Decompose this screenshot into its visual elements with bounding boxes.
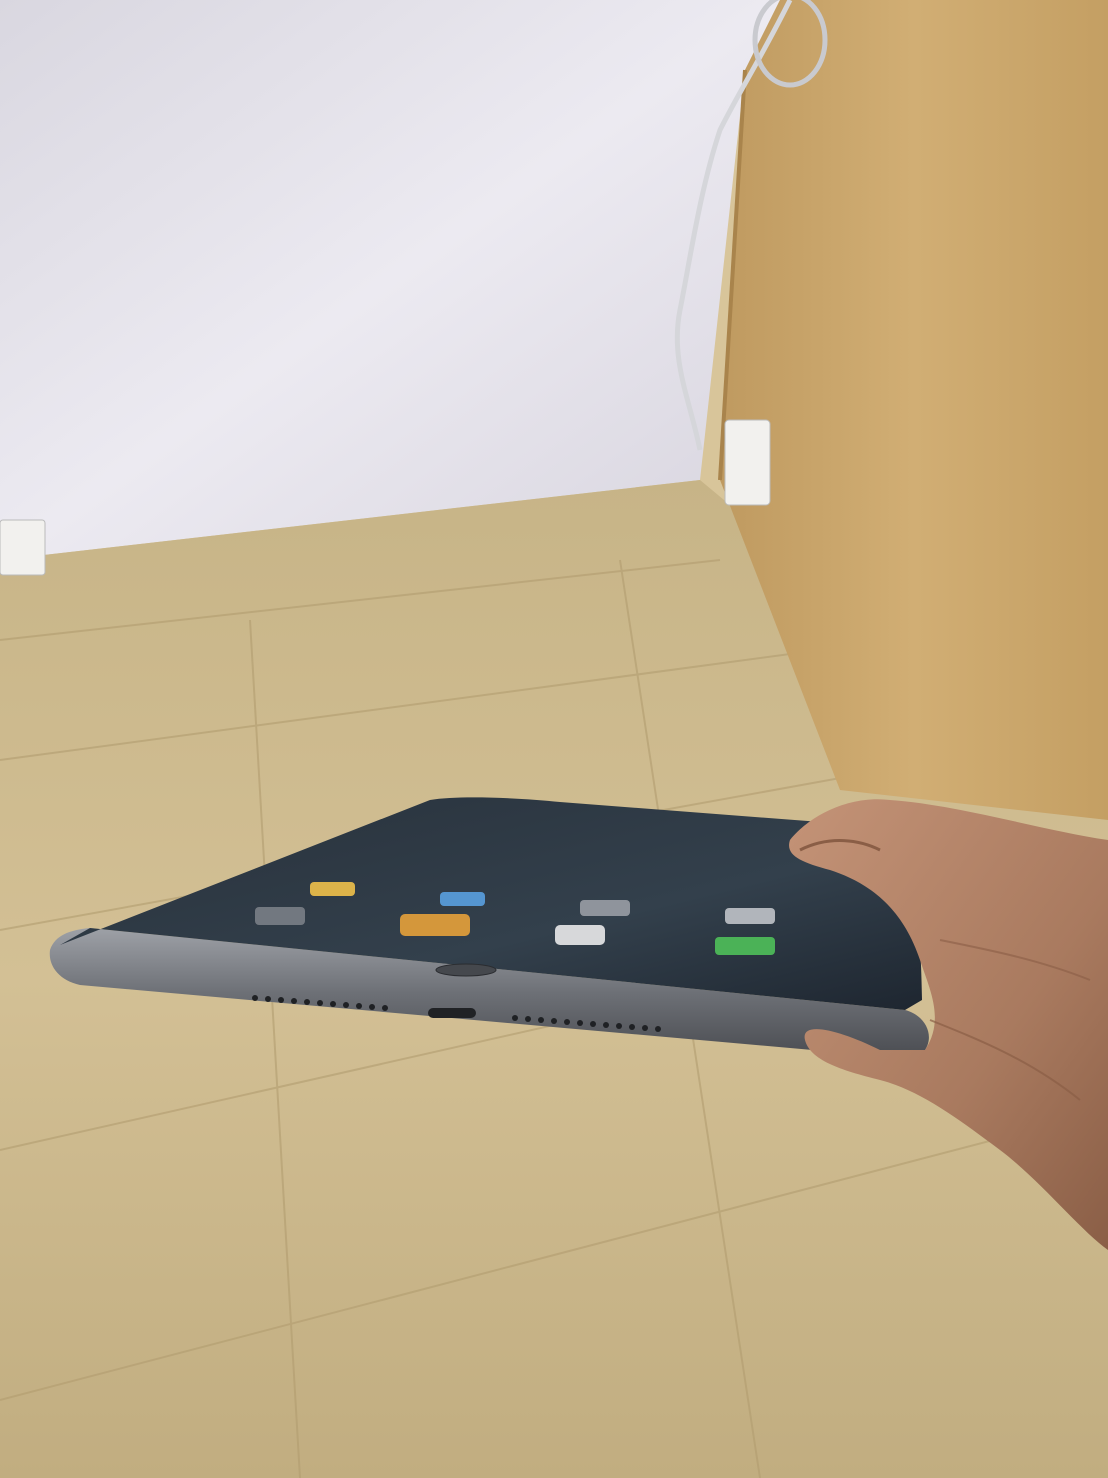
lightning-port-icon [428, 1008, 476, 1018]
photo-scene [0, 0, 1108, 1478]
home-button-icon [435, 963, 497, 977]
power-outlet-icon [724, 419, 771, 506]
photo-illustration [0, 0, 1108, 1478]
wall [0, 0, 780, 560]
